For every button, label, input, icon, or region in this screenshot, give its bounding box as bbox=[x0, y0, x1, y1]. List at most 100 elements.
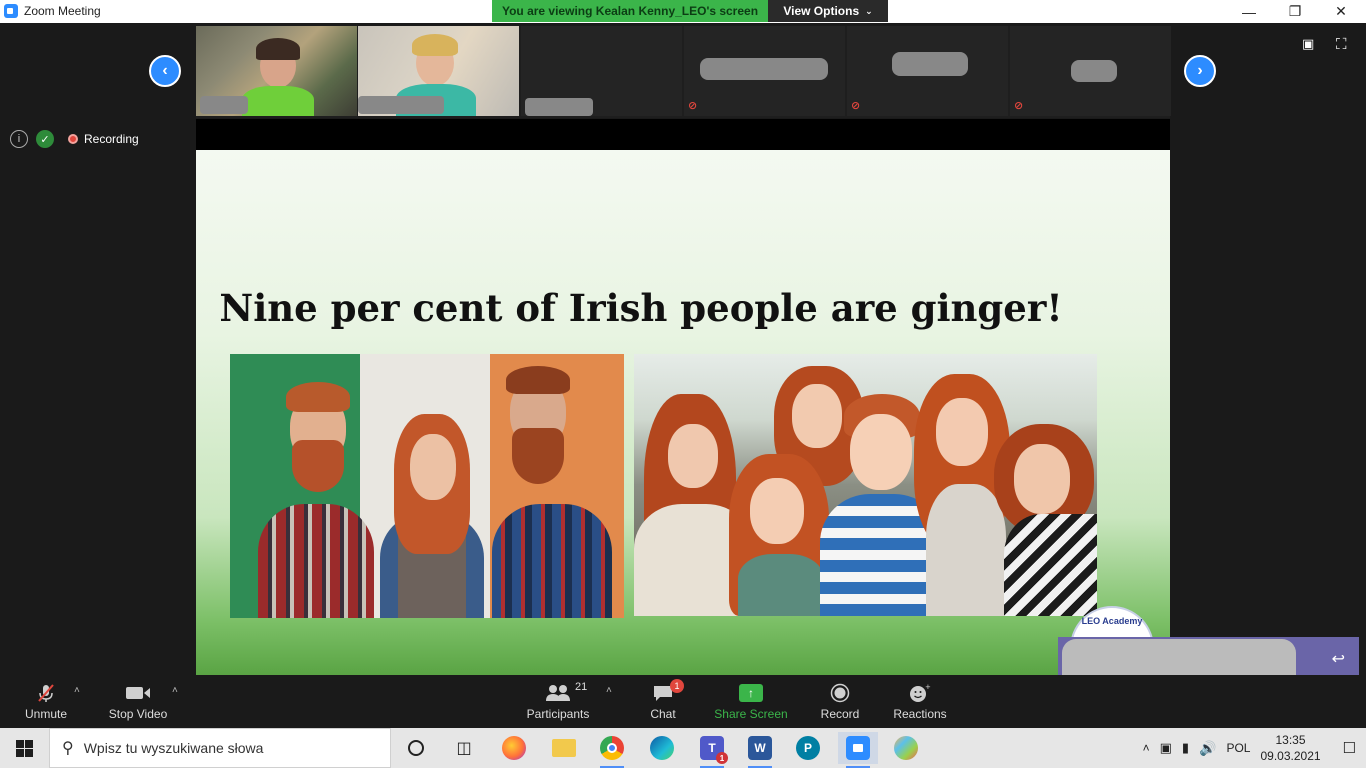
reply-icon[interactable]: ↩ bbox=[1332, 649, 1345, 669]
chat-unread-badge: 1 bbox=[670, 678, 684, 693]
participant-name-redacted bbox=[525, 98, 593, 116]
windows-logo-icon bbox=[15, 739, 33, 757]
teams-badge: 1 bbox=[716, 752, 728, 764]
muted-mic-icon: ⊘ bbox=[1014, 100, 1024, 112]
chevron-up-icon[interactable]: ˄ bbox=[1143, 741, 1150, 755]
language-indicator[interactable]: POL bbox=[1226, 741, 1250, 755]
participant-video-tile[interactable]: ⊘ bbox=[1010, 26, 1171, 116]
muted-mic-icon: ⊘ bbox=[688, 100, 698, 112]
meeting-info-row: i ✓ Recording bbox=[10, 130, 139, 148]
taskbar-chrome[interactable] bbox=[592, 732, 632, 768]
participant-name-redacted bbox=[892, 52, 968, 76]
volume-icon[interactable]: 🔊 bbox=[1199, 740, 1216, 757]
next-page-button[interactable]: › bbox=[1184, 55, 1216, 87]
taskbar-clock[interactable]: 13:35 09.03.2021 bbox=[1260, 732, 1320, 764]
reactions-button[interactable]: + Reactions bbox=[892, 675, 948, 728]
record-icon bbox=[830, 683, 850, 703]
participant-video-tile[interactable] bbox=[196, 26, 357, 116]
view-options-label: View Options bbox=[783, 4, 860, 18]
chat-bubble-icon: 1 bbox=[652, 678, 684, 703]
close-button[interactable]: ✕ bbox=[1318, 0, 1364, 23]
search-icon: ⚲ bbox=[62, 740, 74, 757]
minimize-button[interactable]: — bbox=[1226, 0, 1272, 23]
pearson-icon: P bbox=[796, 736, 820, 760]
stop-video-label: Stop Video bbox=[108, 706, 168, 721]
taskbar-word[interactable]: W bbox=[740, 732, 780, 768]
participants-button[interactable]: 21 Participants bbox=[522, 675, 594, 728]
folder-icon bbox=[552, 739, 576, 757]
window-title: Zoom Meeting bbox=[24, 4, 101, 18]
taskbar-firefox[interactable] bbox=[494, 732, 534, 764]
record-button[interactable]: Record bbox=[816, 675, 864, 728]
taskbar-edge[interactable] bbox=[642, 732, 682, 764]
taskbar-zoom[interactable] bbox=[838, 732, 878, 768]
view-options-button[interactable]: View Options ⌄ bbox=[768, 0, 888, 22]
recording-label: Recording bbox=[84, 132, 139, 146]
previous-page-button[interactable]: ‹ bbox=[149, 55, 181, 87]
participant-name-redacted bbox=[358, 96, 444, 114]
video-strip: ⊘ ⊘ ⊘ bbox=[196, 26, 1171, 118]
chrome-icon bbox=[600, 736, 624, 760]
taskbar-file-explorer[interactable] bbox=[544, 732, 584, 764]
clock-date: 09.03.2021 bbox=[1260, 749, 1321, 763]
shield-icon[interactable]: ✓ bbox=[36, 130, 54, 148]
participants-count: 21 bbox=[575, 680, 588, 693]
edge-icon bbox=[650, 736, 674, 760]
search-placeholder: Wpisz tu wyszukiwane słowa bbox=[83, 740, 264, 756]
paint-palette-icon bbox=[894, 736, 918, 760]
viewing-screen-banner: You are viewing Kealan Kenny_LEO's scree… bbox=[492, 0, 768, 22]
cortana-button[interactable] bbox=[396, 732, 436, 764]
photo-redhead-family bbox=[634, 354, 1097, 616]
word-icon: W bbox=[748, 736, 772, 760]
share-screen-icon: ↑ bbox=[739, 683, 763, 703]
zoom-icon bbox=[846, 736, 870, 760]
slide-title: Nine per cent of Irish people are ginger… bbox=[219, 286, 1063, 330]
svg-text:+: + bbox=[925, 683, 931, 691]
stop-video-button[interactable]: Stop Video bbox=[104, 675, 172, 728]
task-view-button[interactable]: ◫ bbox=[444, 732, 484, 764]
chevron-left-icon: ‹ bbox=[162, 62, 168, 79]
chat-label: Chat bbox=[650, 706, 676, 721]
restore-button[interactable]: ❐ bbox=[1272, 0, 1318, 23]
meet-now-icon[interactable]: ▣ bbox=[1160, 740, 1172, 756]
gallery-view-icon[interactable]: ▣ bbox=[1302, 36, 1320, 51]
participant-video-tile[interactable]: ⊘ bbox=[847, 26, 1008, 116]
windows-taskbar: ⚲ Wpisz tu wyszukiwane słowa ◫ T 1 W P ˄… bbox=[0, 728, 1366, 768]
participant-video-tile[interactable] bbox=[358, 26, 519, 116]
task-view-icon: ◫ bbox=[456, 740, 472, 757]
video-options-caret-icon[interactable]: ˄ bbox=[172, 685, 178, 696]
leo-academy-logo-text: LEO Academy bbox=[1081, 616, 1143, 626]
reactions-label: Reactions bbox=[893, 706, 947, 721]
taskbar-search-box[interactable]: ⚲ Wpisz tu wyszukiwane słowa bbox=[49, 728, 391, 768]
participant-video-tile[interactable] bbox=[521, 26, 682, 116]
recording-indicator[interactable]: Recording bbox=[68, 132, 139, 146]
taskbar-paint[interactable] bbox=[886, 732, 926, 764]
participant-video-tile[interactable]: ⊘ bbox=[684, 26, 845, 116]
notifications-icon[interactable]: ☐ bbox=[1343, 739, 1356, 757]
start-button[interactable] bbox=[0, 728, 48, 768]
taskbar-pearson[interactable]: P bbox=[788, 732, 828, 764]
info-icon[interactable]: i bbox=[10, 130, 28, 148]
record-label: Record bbox=[820, 706, 860, 721]
video-camera-icon bbox=[125, 683, 151, 703]
zoom-app-icon bbox=[4, 4, 18, 18]
teams-icon: T 1 bbox=[700, 736, 728, 764]
clock-time: 13:35 bbox=[1275, 733, 1306, 747]
chat-button[interactable]: 1 Chat bbox=[643, 675, 684, 728]
unmute-button[interactable]: Unmute bbox=[16, 675, 76, 728]
participant-name-redacted bbox=[1071, 60, 1117, 82]
muted-mic-icon: ⊘ bbox=[851, 100, 861, 112]
share-screen-top-bar bbox=[196, 119, 1170, 150]
photo-three-redheads-flag bbox=[230, 354, 624, 618]
audio-options-caret-icon[interactable]: ˄ bbox=[74, 685, 80, 696]
taskbar-teams[interactable]: T 1 bbox=[692, 732, 732, 768]
muted-microphone-icon bbox=[36, 683, 56, 703]
participant-name-redacted bbox=[200, 96, 248, 114]
share-screen-label: Share Screen bbox=[714, 706, 788, 721]
fullscreen-icon[interactable]: ⛶ bbox=[1336, 36, 1354, 53]
share-screen-button[interactable]: ↑ Share Screen bbox=[712, 675, 790, 728]
battery-icon[interactable]: ▮ bbox=[1182, 740, 1189, 756]
firefox-icon bbox=[502, 736, 526, 760]
recording-dot-icon bbox=[68, 134, 78, 144]
participants-options-caret-icon[interactable]: ˄ bbox=[606, 685, 612, 696]
